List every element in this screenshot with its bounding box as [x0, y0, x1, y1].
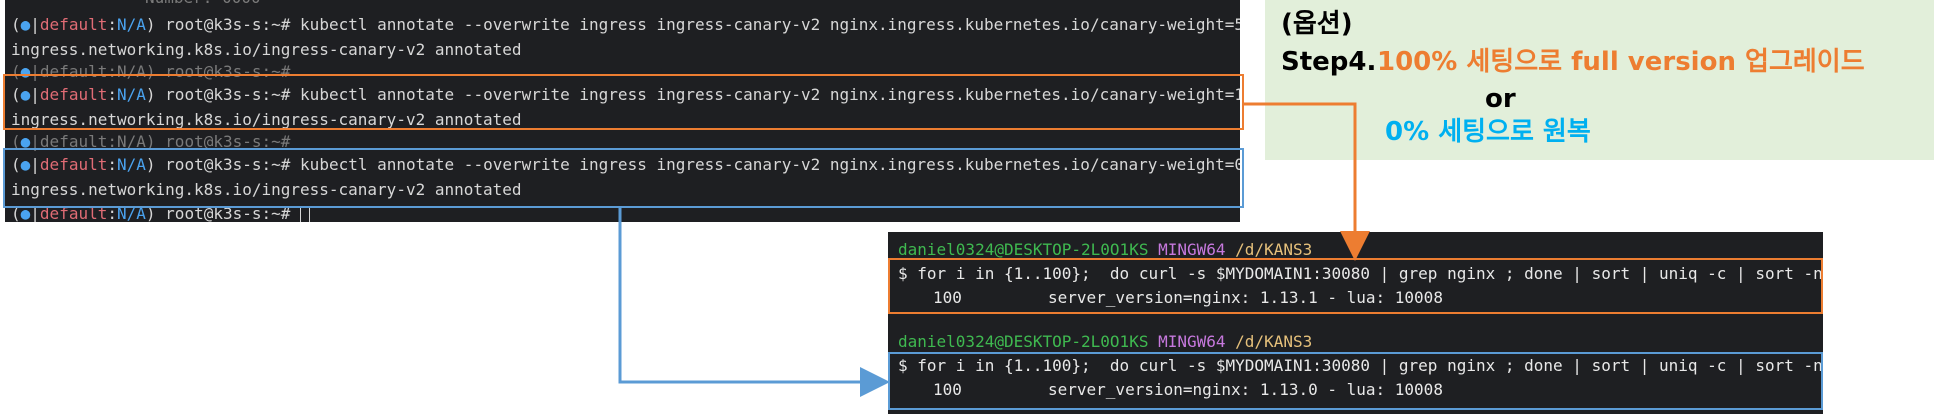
orange-arrow	[1244, 102, 1370, 261]
blue-arrow	[618, 208, 890, 397]
connector-arrows	[618, 102, 1370, 397]
